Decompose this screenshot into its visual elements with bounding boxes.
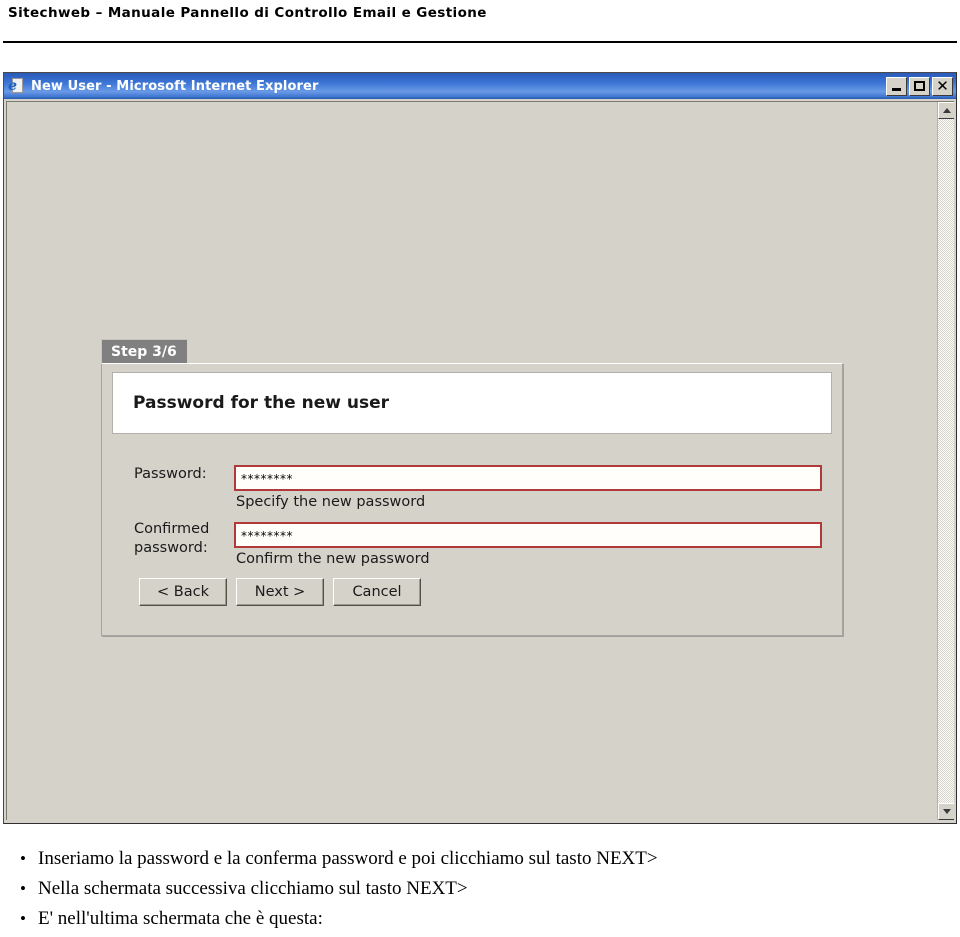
header-divider [3,41,957,43]
instruction-list: • Inseriamo la password e la conferma pa… [8,845,952,935]
minimize-button[interactable] [886,76,907,96]
window-titlebar: e New User - Microsoft Internet Explorer… [4,73,956,99]
back-button[interactable]: < Back [139,578,227,606]
document-header: Sitechweb – Manuale Pannello di Controll… [8,2,952,42]
window-controls: ✕ [886,76,956,96]
minimize-icon [892,88,901,91]
internet-explorer-window: e New User - Microsoft Internet Explorer… [3,72,957,824]
list-item: • Inseriamo la password e la conferma pa… [8,845,952,872]
window-title: New User - Microsoft Internet Explorer [31,78,319,94]
password-form: Password: Specify the new password Confi… [112,446,832,631]
password-input[interactable] [234,465,822,491]
confirmed-password-input[interactable] [234,522,822,548]
browser-client-area: Step 3/6 Password for the new user Passw… [6,101,954,820]
password-field-row: Password: [112,465,832,492]
confirmed-password-label: Confirmed password: [134,521,210,556]
wizard-heading: Password for the new user [133,393,390,413]
maximize-button[interactable] [909,76,930,96]
cancel-button[interactable]: Cancel [333,578,421,606]
scroll-down-button[interactable] [938,803,954,820]
confirmed-password-hint: Confirm the new password [236,551,430,567]
next-button[interactable]: Next > [236,578,324,606]
close-icon: ✕ [936,76,949,95]
step-indicator: Step 3/6 [101,339,187,363]
list-item: • Nella schermata successiva clicchiamo … [8,875,952,902]
bullet-icon: • [20,849,26,868]
confirmed-password-field-row: Confirmed password: [112,521,832,556]
bullet-icon: • [20,879,26,898]
internet-explorer-icon: e [8,77,26,95]
chevron-up-icon [942,108,951,113]
chevron-down-icon [942,809,951,814]
list-item: • E' nell'ultima schermata che è questa: [8,905,952,932]
list-item-text: Nella schermata successiva clicchiamo su… [38,878,468,899]
new-user-wizard: Step 3/6 Password for the new user Passw… [101,339,843,636]
wizard-body: Password for the new user Password: Spec… [101,363,843,636]
list-item-text: E' nell'ultima schermata che è questa: [38,908,323,929]
bullet-icon: • [20,909,26,928]
scroll-up-button[interactable] [938,102,954,119]
maximize-icon [914,81,925,91]
password-hint: Specify the new password [236,494,426,510]
list-item-text: Inseriamo la password e la conferma pass… [38,848,658,869]
close-button[interactable]: ✕ [932,76,953,96]
password-label: Password: [134,466,207,482]
page-title: Sitechweb – Manuale Pannello di Controll… [8,5,487,21]
page-content: Step 3/6 Password for the new user Passw… [8,103,936,820]
wizard-button-row: < Back Next > Cancel [139,578,421,606]
wizard-heading-box: Password for the new user [112,372,832,434]
vertical-scrollbar[interactable] [937,102,954,820]
